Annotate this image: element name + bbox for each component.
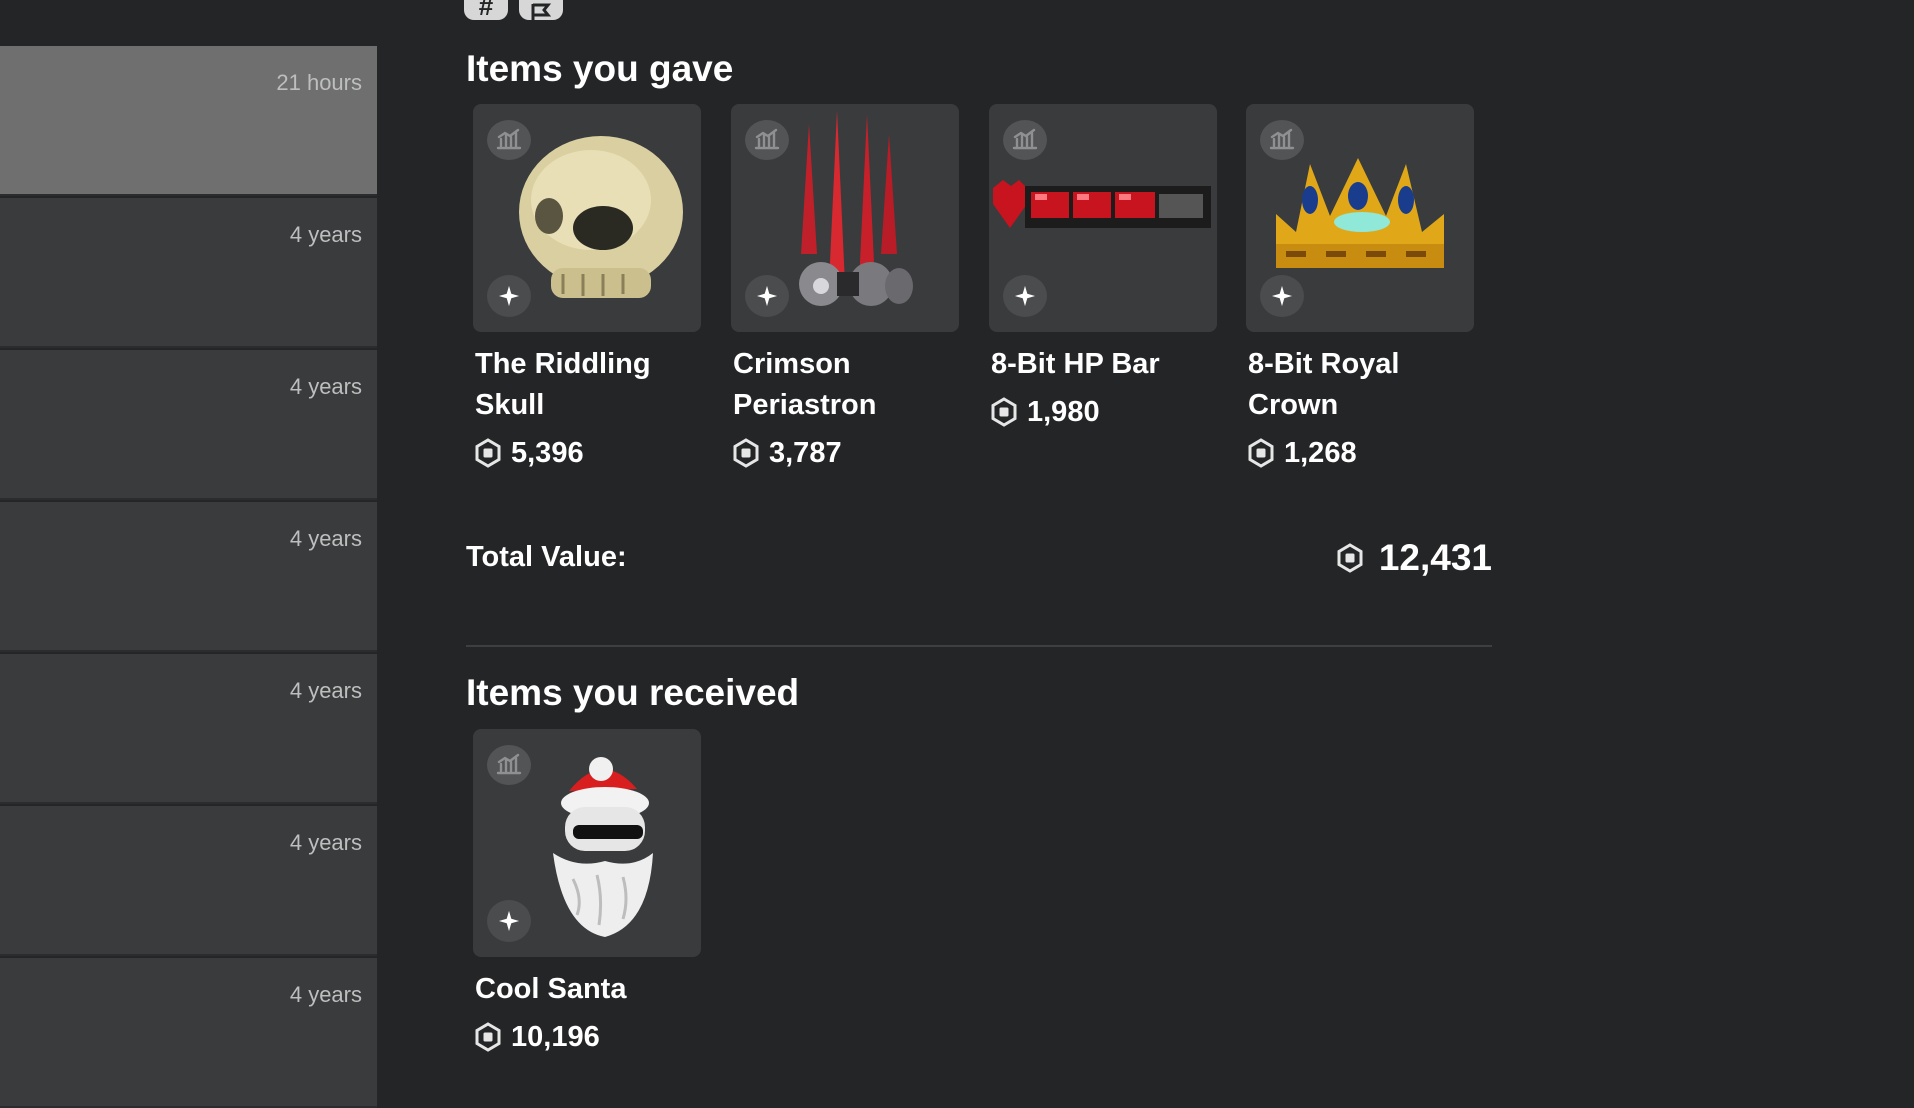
trade-row[interactable]: 4 years bbox=[0, 806, 377, 956]
item-card[interactable]: The Riddling Skull 5,396 bbox=[473, 104, 701, 476]
trade-time: 4 years bbox=[289, 678, 362, 703]
chart-icon[interactable] bbox=[487, 120, 531, 160]
item-name[interactable]: 8-Bit Royal Crown bbox=[1246, 344, 1476, 426]
trade-row[interactable]: 4 years bbox=[0, 502, 377, 652]
price-value: 1,980 bbox=[1027, 395, 1100, 428]
robux-icon bbox=[473, 438, 503, 468]
chart-icon[interactable] bbox=[745, 120, 789, 160]
trade-time: 21 hours bbox=[276, 70, 362, 95]
item-price: 1,980 bbox=[989, 389, 1217, 435]
trade-row[interactable]: 4 years bbox=[0, 198, 377, 348]
item-name[interactable]: The Riddling Skull bbox=[473, 344, 703, 426]
trade-row[interactable]: 4 years bbox=[0, 350, 377, 500]
trade-time: 4 years bbox=[289, 222, 362, 247]
item-price: 3,787 bbox=[731, 430, 959, 476]
item-card[interactable]: 8-Bit HP Bar 1,980 bbox=[989, 104, 1217, 435]
item-card[interactable]: Crimson Periastron 3,787 bbox=[731, 104, 959, 476]
sparkle-icon bbox=[487, 900, 531, 942]
total-label: Total Value: bbox=[466, 541, 627, 573]
chart-icon[interactable] bbox=[1260, 120, 1304, 160]
chart-icon[interactable] bbox=[487, 745, 531, 785]
trade-row[interactable]: 4 years bbox=[0, 654, 377, 804]
item-price: 5,396 bbox=[473, 430, 701, 476]
trade-time: 4 years bbox=[289, 526, 362, 551]
price-value: 3,787 bbox=[769, 436, 842, 469]
section-divider bbox=[466, 645, 1492, 647]
robux-icon bbox=[1335, 543, 1365, 573]
robux-icon bbox=[989, 397, 1019, 427]
total-value: 12,431 bbox=[1335, 537, 1492, 579]
sparkle-icon bbox=[1260, 275, 1304, 317]
item-name[interactable]: Cool Santa bbox=[473, 969, 703, 1010]
robux-icon bbox=[473, 1022, 503, 1052]
trade-row[interactable]: 4 years bbox=[0, 958, 377, 1108]
trade-time: 4 years bbox=[289, 982, 362, 1007]
total-amount: 12,431 bbox=[1378, 537, 1492, 578]
item-price: 1,268 bbox=[1246, 430, 1474, 476]
price-value: 1,268 bbox=[1284, 436, 1357, 469]
trade-row[interactable]: 21 hours bbox=[0, 46, 377, 196]
sparkle-icon bbox=[487, 275, 531, 317]
price-value: 10,196 bbox=[511, 1020, 600, 1053]
item-thumbnail[interactable] bbox=[989, 104, 1217, 332]
item-name[interactable]: 8-Bit HP Bar bbox=[989, 344, 1219, 385]
item-thumbnail[interactable] bbox=[1246, 104, 1474, 332]
item-thumbnail[interactable] bbox=[473, 104, 701, 332]
chart-icon[interactable] bbox=[1003, 120, 1047, 160]
trade-list: 21 hours 4 years 4 years 4 years 4 years… bbox=[0, 0, 377, 1108]
items-received-title: Items you received bbox=[466, 672, 800, 713]
item-thumbnail[interactable] bbox=[731, 104, 959, 332]
robux-icon bbox=[1246, 438, 1276, 468]
total-value-row: Total Value: 12,431 bbox=[466, 537, 1492, 587]
flag-icon[interactable] bbox=[519, 0, 563, 24]
price-value: 5,396 bbox=[511, 436, 584, 469]
items-gave-title: Items you gave bbox=[466, 48, 734, 89]
sparkle-icon bbox=[745, 275, 789, 317]
item-card[interactable]: Cool Santa 10,196 bbox=[473, 729, 701, 1060]
item-thumbnail[interactable] bbox=[473, 729, 701, 957]
item-name[interactable]: Crimson Periastron bbox=[731, 344, 961, 426]
trade-time: 4 years bbox=[289, 830, 362, 855]
item-card[interactable]: 8-Bit Royal Crown 1,268 bbox=[1246, 104, 1474, 476]
robux-icon bbox=[731, 438, 761, 468]
item-price: 10,196 bbox=[473, 1014, 701, 1060]
hash-icon[interactable]: # bbox=[464, 0, 508, 21]
sparkle-icon bbox=[1003, 275, 1047, 317]
trade-time: 4 years bbox=[289, 374, 362, 399]
